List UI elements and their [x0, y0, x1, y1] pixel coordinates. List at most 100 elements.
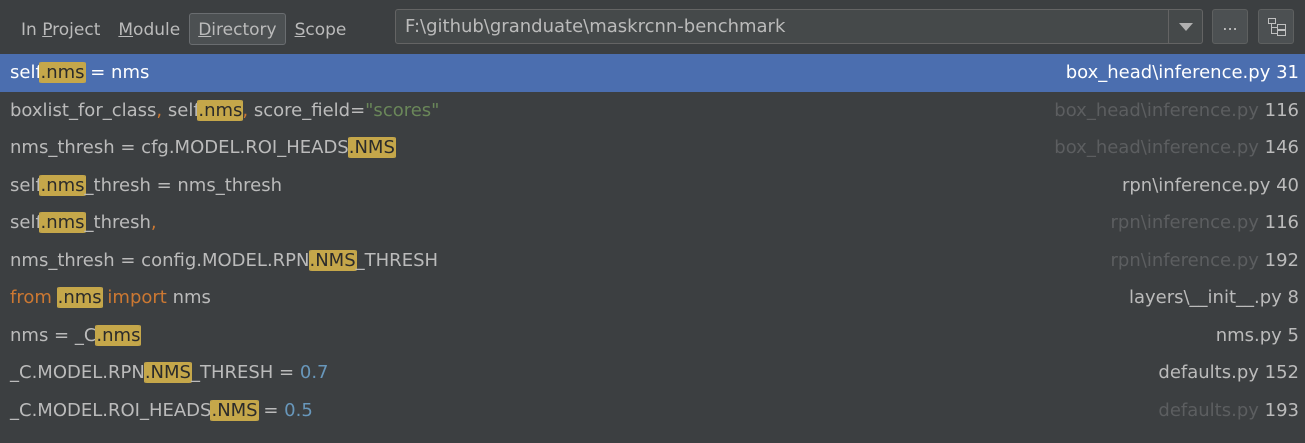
result-code-line: nms_thresh = config.MODEL.RPN.NMS_THRESH [10, 242, 438, 280]
result-code-line: self.nms_thresh = nms_thresh [10, 167, 282, 205]
code-token: from [10, 287, 52, 308]
code-token: _C.MODEL.RPN [10, 362, 145, 383]
chevron-down-icon [1179, 23, 1193, 31]
scope-tab-label-mn: P [42, 20, 53, 40]
result-location: rpn\inference.py 192 [1111, 242, 1299, 280]
result-code-line: from .nms import nms [10, 279, 211, 317]
scope-tab-label-pre: In [21, 20, 43, 40]
match-highlight: .NMS [309, 249, 356, 271]
scope-tab-module[interactable]: Module [109, 13, 189, 45]
match-highlight: .NMS [144, 362, 191, 383]
result-code-line: _C.MODEL.ROI_HEADS.NMS = 0.5 [10, 392, 313, 430]
code-token: "scores" [365, 99, 440, 121]
recursive-directory-button[interactable] [1258, 9, 1294, 44]
scope-tab-label-post: irectory [211, 20, 277, 40]
code-token: boxlist_for_class [10, 99, 157, 121]
match-highlight: .NMS [211, 399, 258, 421]
result-location: rpn\inference.py 116 [1111, 204, 1299, 242]
browse-button[interactable]: ... [1212, 9, 1248, 44]
result-code-line: nms = _C.nms [10, 317, 141, 355]
code-token: self [162, 99, 199, 121]
scope-tab-label-mn: D [198, 20, 212, 40]
result-row[interactable]: boxlist_for_class, self.nms, score_field… [0, 92, 1305, 130]
scope-tabs: In Project Module Directory Scope [12, 13, 355, 45]
result-code-line: self.nms = nms [10, 54, 149, 92]
code-token: nms_thresh = config.MODEL.RPN [10, 249, 310, 271]
result-file-path: box_head\inference.py [1054, 99, 1259, 121]
code-token: _thresh [84, 212, 151, 233]
directory-dropdown-button[interactable] [1168, 10, 1202, 43]
code-token: 0.7 [299, 362, 329, 383]
result-row[interactable]: nms_thresh = config.MODEL.RPN.NMS_THRESH… [0, 242, 1305, 280]
code-token: _THRESH = [190, 362, 300, 383]
result-code-line: boxlist_for_class, self.nms, score_field… [10, 92, 439, 130]
result-line-number: 5 [1287, 324, 1299, 346]
result-row[interactable]: _C.MODEL.ROI_HEADS.NMS = 0.5 defaults.py … [0, 392, 1305, 430]
code-token: nms [166, 287, 211, 308]
match-highlight: .nms [40, 62, 85, 83]
result-row[interactable]: self.nms = nms box_head\inference.py 31 [0, 54, 1305, 92]
result-location: box_head\inference.py 146 [1054, 129, 1299, 167]
result-file-path: nms.py [1215, 324, 1282, 346]
result-row[interactable]: self.nms_thresh, rpn\inference.py 116 [0, 204, 1305, 242]
code-token: nms_thresh = cfg.MODEL.ROI_HEADS [10, 137, 349, 158]
code-token: import [107, 287, 167, 308]
result-file-path: rpn\inference.py [1110, 212, 1259, 233]
result-file-path: rpn\inference.py [1121, 174, 1271, 196]
result-line-number: 152 [1264, 362, 1299, 383]
result-row[interactable]: from .nms import nms layers\__init__.py 8 [0, 279, 1305, 317]
result-code-line: _C.MODEL.RPN.NMS_THRESH = 0.7 [10, 354, 329, 392]
result-line-number: 116 [1264, 212, 1299, 233]
result-row[interactable]: nms_thresh = cfg.MODEL.ROI_HEADS.NMS box_… [0, 129, 1305, 167]
result-line-number: 116 [1264, 99, 1299, 121]
result-line-number: 31 [1276, 62, 1299, 83]
result-row[interactable]: _C.MODEL.RPN.NMS_THRESH = 0.7 defaults.py… [0, 354, 1305, 392]
code-token: score_field= [248, 99, 366, 121]
result-file-path: defaults.py [1158, 362, 1259, 383]
code-token: = [257, 399, 285, 421]
result-location: defaults.py 152 [1158, 354, 1299, 392]
scope-tab-label-mn: M [118, 20, 134, 40]
result-file-path: layers\__init__.py [1128, 287, 1282, 308]
scope-tab-label-post: odule [133, 20, 181, 40]
result-line-number: 193 [1264, 399, 1299, 421]
scope-tab-scope[interactable]: Scope [286, 13, 356, 45]
result-row[interactable]: nms = _C.nms nms.py 5 [0, 317, 1305, 355]
match-highlight: .nms [96, 324, 141, 346]
code-token: _THRESH [355, 249, 439, 271]
scope-tab-directory[interactable]: Directory [189, 13, 286, 45]
search-scope-bar: In ProjectModuleDirectoryScope ... [0, 0, 1305, 54]
result-file-path: box_head\inference.py [1054, 137, 1259, 158]
code-token: self [10, 62, 41, 83]
code-token: _C.MODEL.ROI_HEADS [10, 399, 212, 421]
scope-tab-in-project[interactable]: In Project [12, 13, 109, 45]
code-token: nms = _C [10, 324, 97, 346]
result-line-number: 8 [1287, 287, 1299, 308]
result-location: layers\__init__.py 8 [1129, 279, 1299, 317]
result-row[interactable]: self.nms_thresh = nms_thresh rpn\inferenc… [0, 167, 1305, 205]
result-file-path: defaults.py [1158, 399, 1259, 421]
match-highlight: .NMS [348, 137, 395, 158]
directory-combobox[interactable] [395, 9, 1203, 44]
result-location: box_head\inference.py 116 [1054, 92, 1299, 130]
match-highlight: .nms [198, 99, 243, 121]
code-token: = nms [84, 62, 150, 83]
result-line-number: 192 [1264, 249, 1299, 271]
code-token: self [10, 174, 41, 196]
match-highlight: .nms [40, 212, 85, 233]
directory-input[interactable] [396, 10, 1168, 43]
result-location: rpn\inference.py 40 [1122, 167, 1299, 205]
code-token: , [150, 212, 157, 233]
scope-tab-label-post: roject [52, 20, 101, 40]
find-in-path-dialog: In ProjectModuleDirectoryScope ... self.… [0, 0, 1305, 443]
code-token: _thresh = nms_thresh [84, 174, 283, 196]
result-line-number: 40 [1276, 174, 1299, 196]
result-file-path: rpn\inference.py [1110, 249, 1259, 271]
search-results-list[interactable]: self.nms = nms box_head\inference.py 31 bo… [0, 54, 1305, 443]
folder-tree-icon [1268, 18, 1286, 36]
result-file-path: box_head\inference.py [1065, 62, 1271, 83]
scope-tab-label-post: cope [305, 20, 347, 40]
result-location: box_head\inference.py 31 [1066, 54, 1299, 92]
match-highlight: .nms [57, 287, 102, 308]
